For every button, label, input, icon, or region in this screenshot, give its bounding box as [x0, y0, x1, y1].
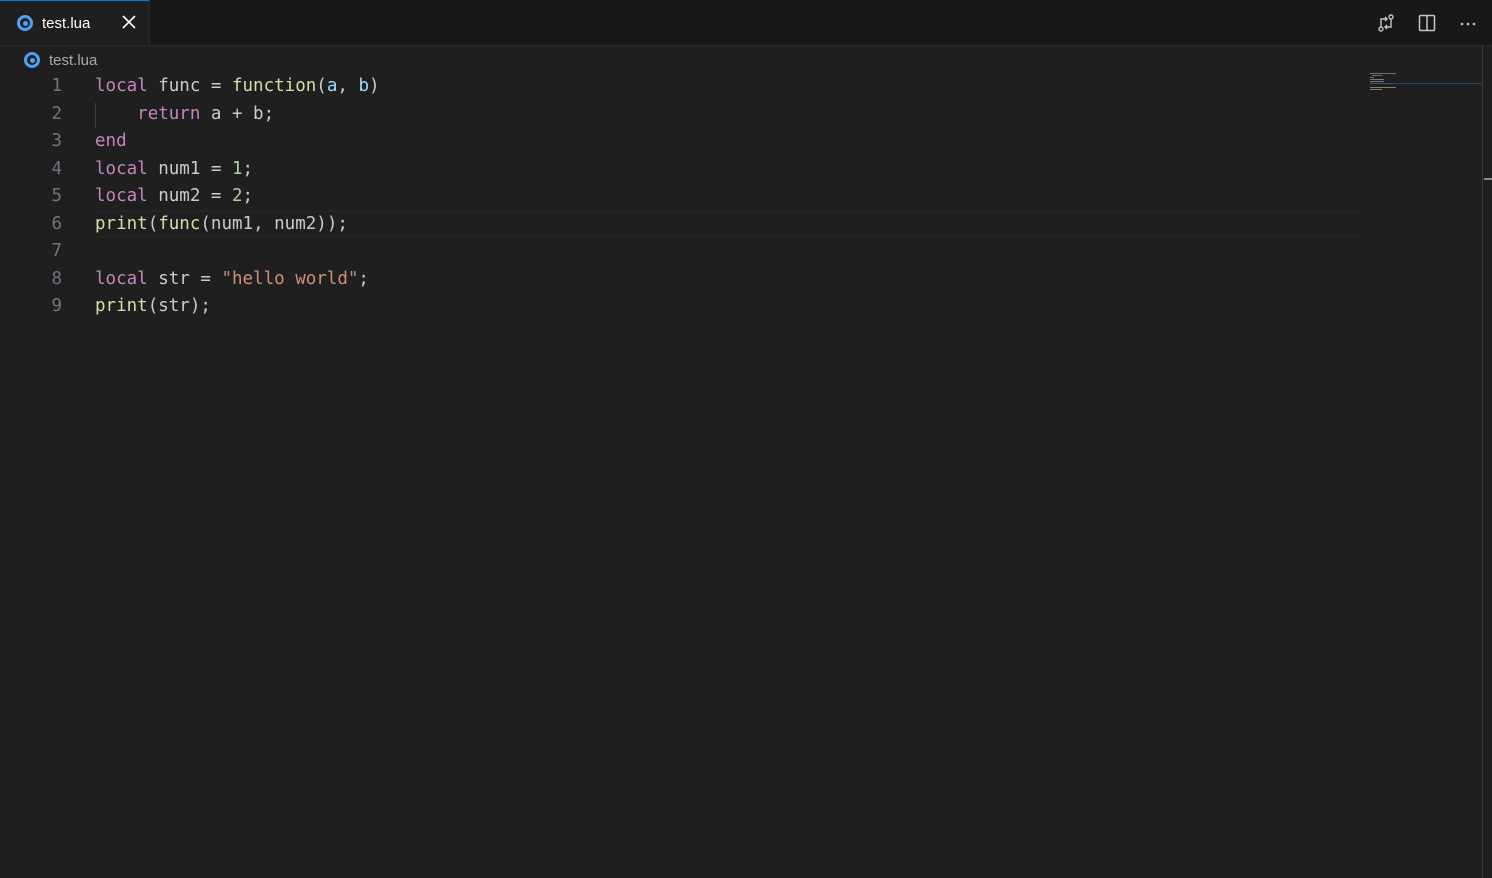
- line-number: 5: [51, 186, 62, 206]
- minimap[interactable]: [1370, 72, 1482, 92]
- code-token: (num1, num2));: [200, 213, 348, 234]
- code-token: num2 =: [147, 186, 232, 206]
- line-code: print(str);: [95, 293, 211, 321]
- code-line[interactable]: 8 local str = "hello world";: [0, 266, 1362, 294]
- code-token: ): [369, 76, 380, 96]
- line-number: 4: [51, 158, 62, 179]
- line-number: 6: [51, 213, 62, 234]
- code-line[interactable]: 3 end: [0, 128, 1362, 156]
- breadcrumb[interactable]: test.lua: [24, 49, 97, 71]
- split-editor-icon[interactable]: [1414, 10, 1439, 35]
- code-token: b: [358, 76, 369, 96]
- more-actions-icon[interactable]: [1455, 10, 1480, 35]
- code-token: (: [316, 76, 327, 96]
- lua-file-icon: [24, 52, 40, 68]
- vertical-scrollbar[interactable]: [1482, 45, 1483, 878]
- code-token: local: [95, 268, 148, 289]
- code-token: local: [95, 158, 148, 179]
- code-line[interactable]: 1 local func = function(a, b): [0, 73, 1362, 101]
- line-number: 8: [51, 268, 62, 289]
- code-token: (: [147, 213, 159, 234]
- line-code: print(func(num1, num2));: [95, 211, 348, 239]
- code-token: return: [137, 103, 201, 124]
- line-number: 9: [51, 296, 62, 316]
- editor-tab-bar: test.lua: [0, 0, 1492, 46]
- code-token: func: [158, 213, 201, 234]
- code-token: a + b;: [200, 103, 275, 124]
- line-number: 2: [51, 103, 62, 124]
- line-number: 1: [51, 76, 62, 96]
- close-icon[interactable]: [119, 12, 139, 32]
- code-token: local: [95, 186, 148, 206]
- code-line[interactable]: 9 print(str);: [0, 293, 1362, 321]
- code-token: 2: [231, 186, 243, 206]
- code-token: end: [95, 131, 127, 151]
- code-line[interactable]: 4 local num1 = 1;: [0, 156, 1362, 184]
- code-line[interactable]: 6 print(func(num1, num2));: [0, 211, 1362, 239]
- code-token: print: [95, 296, 148, 316]
- code-editor[interactable]: 1 local func = function(a, b) 2 return a +…: [0, 73, 1362, 878]
- line-code: return a + b;: [95, 101, 274, 129]
- line-code: end: [95, 128, 127, 156]
- code-token: ;: [242, 158, 254, 179]
- line-code: local str = "hello world";: [95, 266, 369, 294]
- line-code: local num2 = 2;: [95, 183, 253, 211]
- code-token: str =: [147, 268, 222, 289]
- code-token: ,: [337, 76, 359, 96]
- tab-test-lua[interactable]: test.lua: [0, 0, 150, 45]
- code-token: (str);: [147, 296, 211, 316]
- scrollbar-thumb[interactable]: [1484, 178, 1492, 180]
- code-token: num1 =: [147, 158, 232, 179]
- code-line[interactable]: 7: [0, 238, 1362, 266]
- line-number: 7: [51, 241, 62, 261]
- code-line[interactable]: 2 return a + b;: [0, 101, 1362, 129]
- editor-actions: [1373, 10, 1480, 35]
- code-token: a: [326, 76, 338, 96]
- code-token: ;: [242, 186, 254, 206]
- line-number: 3: [51, 131, 62, 151]
- code-token: "hello world": [221, 268, 359, 289]
- code-token: 1: [231, 158, 243, 179]
- line-code: local num1 = 1;: [95, 156, 253, 184]
- tab-label: test.lua: [42, 14, 91, 32]
- code-token: local: [95, 76, 148, 96]
- lua-file-icon: [17, 15, 33, 31]
- code-token: ;: [358, 268, 369, 289]
- code-token: print: [95, 213, 148, 234]
- breadcrumb-file-label: test.lua: [49, 51, 98, 69]
- code-lines: 1 local func = function(a, b) 2 return a +…: [0, 73, 1362, 321]
- compare-changes-icon[interactable]: [1373, 10, 1398, 35]
- code-token: func =: [147, 76, 232, 96]
- code-token: function: [231, 76, 317, 96]
- code-line[interactable]: 5 local num2 = 2;: [0, 183, 1362, 211]
- line-code: local func = function(a, b): [95, 73, 380, 101]
